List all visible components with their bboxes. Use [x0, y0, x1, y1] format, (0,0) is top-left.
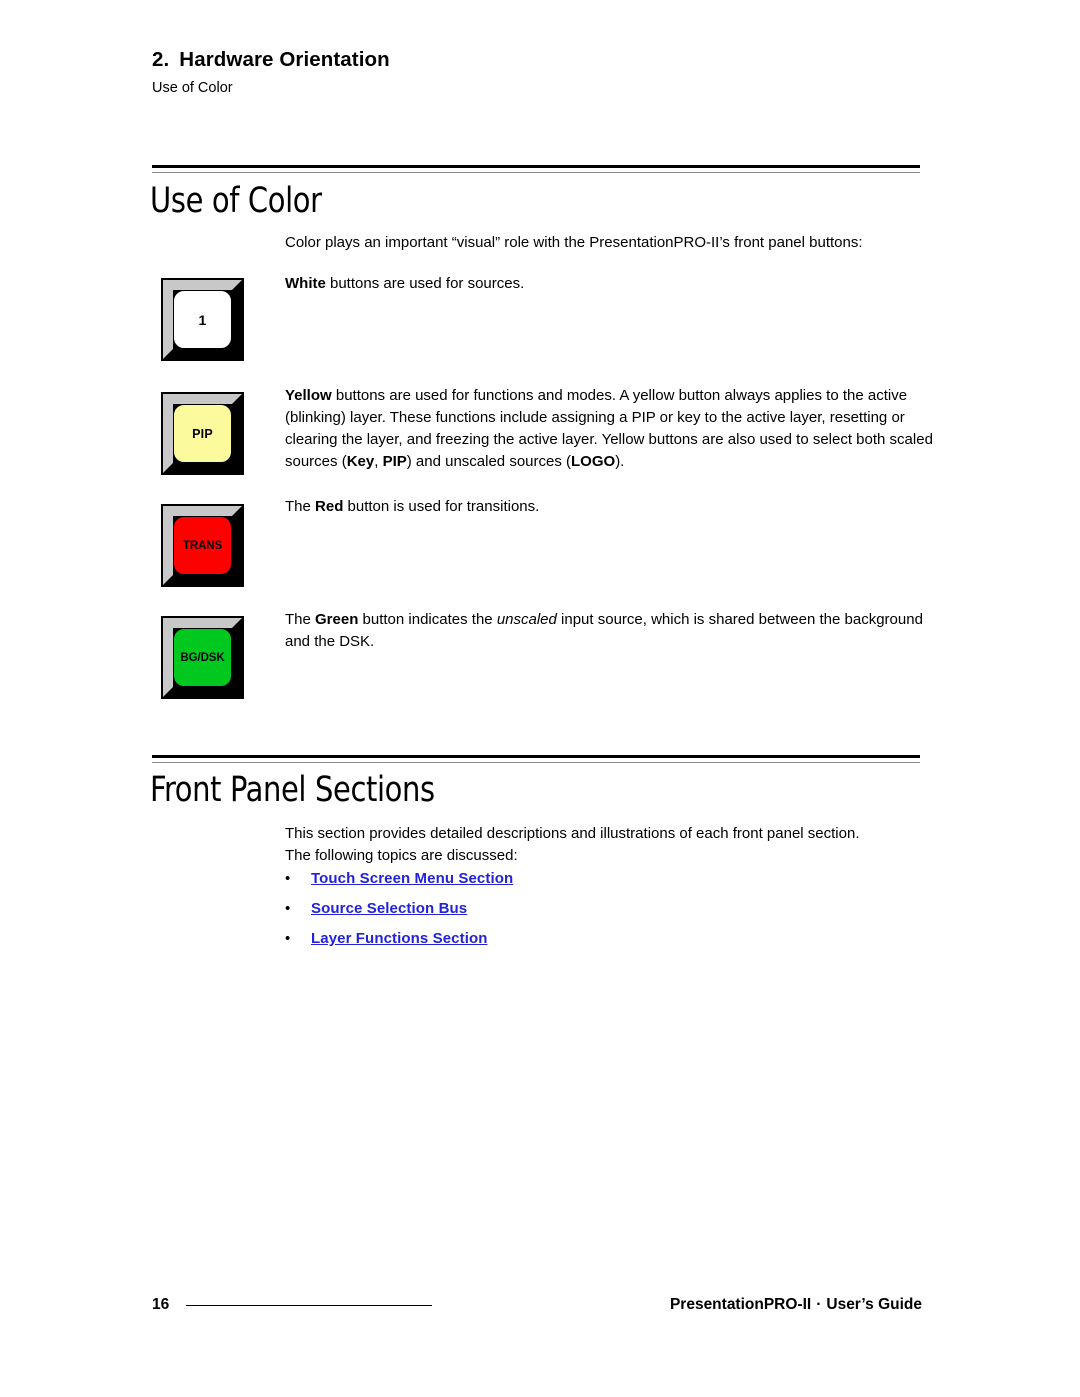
- red-button-description: The Red button is used for transitions.: [285, 496, 935, 518]
- trans-button-cap: TRANS: [173, 516, 232, 575]
- bgdsk-button-label: BG/DSK: [180, 651, 225, 664]
- front-panel-sections-intro: This section provides detailed descripti…: [285, 823, 935, 867]
- green-prefix: The: [285, 611, 316, 628]
- source-button-label: 1: [198, 311, 207, 328]
- green-mid: button indicates the: [358, 611, 497, 628]
- red-rest: button is used for transitions.: [343, 498, 540, 515]
- page-footer: 16 PresentationPRO-II · User’s Guide: [152, 1297, 922, 1321]
- use-of-color-intro-text: Color plays an important “visual” role w…: [285, 234, 863, 251]
- chapter-title: 2. Hardware Orientation: [152, 48, 932, 72]
- yellow-part2: ) and unscaled sources (: [406, 452, 572, 470]
- list-item[interactable]: • Touch Screen Menu Section: [285, 870, 935, 887]
- pip-button-label: PIP: [192, 426, 213, 441]
- footer-doc-type: User’s Guide: [826, 1296, 922, 1313]
- yellow-lead: Yellow: [285, 387, 332, 404]
- bullet-icon: •: [285, 930, 291, 947]
- bullet-icon: •: [285, 870, 291, 887]
- link-source-selection-bus[interactable]: Source Selection Bus: [311, 900, 467, 917]
- white-button-description: White buttons are used for sources.: [285, 273, 935, 295]
- trans-button-label: TRANS: [182, 539, 223, 552]
- chapter-subtitle: Use of Color: [152, 79, 233, 96]
- yellow-pip: PIP: [382, 452, 407, 470]
- yellow-part3: ).: [615, 452, 625, 470]
- use-of-color-intro: Color plays an important “visual” role w…: [285, 232, 935, 254]
- yellow-key: Key: [346, 452, 375, 470]
- source-button-cap: 1: [173, 290, 232, 349]
- pip-button[interactable]: PIP: [161, 392, 244, 475]
- green-lead: Green: [315, 611, 359, 628]
- footer-product-name: PresentationPRO-II: [669, 1296, 812, 1313]
- section-rule-front-panel-sections: [152, 755, 920, 763]
- trans-button[interactable]: TRANS: [161, 504, 244, 587]
- yellow-button-description: Yellow buttons are used for functions an…: [285, 385, 935, 473]
- white-rest: buttons are used for sources.: [325, 275, 525, 292]
- source-button[interactable]: 1: [161, 278, 244, 361]
- chapter-title-text: Hardware Orientation: [179, 48, 390, 71]
- footer-document-title: PresentationPRO-II · User’s Guide: [670, 1297, 922, 1313]
- list-item[interactable]: • Source Selection Bus: [285, 900, 935, 917]
- bullet-icon: •: [285, 900, 291, 917]
- pip-button-cap: PIP: [173, 404, 232, 463]
- section-heading-use-of-color: Use of Color: [150, 181, 322, 221]
- green-button-description: The Green button indicates the unscaled …: [285, 609, 935, 653]
- yellow-logo: LOGO: [571, 452, 616, 470]
- section-rule-use-of-color: [152, 165, 920, 173]
- link-touch-screen-menu-section[interactable]: Touch Screen Menu Section: [311, 870, 513, 887]
- yellow-comma: ,: [374, 452, 383, 470]
- footer-rule: [186, 1305, 432, 1306]
- white-lead: White: [285, 275, 326, 292]
- front-panel-intro-line2: The following topics are discussed:: [285, 846, 518, 864]
- bgdsk-button-cap: BG/DSK: [173, 628, 232, 687]
- green-italic: unscaled: [496, 611, 557, 628]
- front-panel-intro-line1: This section provides detailed descripti…: [285, 825, 860, 842]
- running-header: 2. Hardware Orientation Use of Color: [152, 48, 932, 96]
- page-number: 16: [152, 1296, 170, 1313]
- chapter-number: 2.: [152, 48, 170, 71]
- red-lead: Red: [315, 498, 344, 515]
- topic-link-list: • Touch Screen Menu Section • Source Sel…: [285, 870, 935, 960]
- bgdsk-button[interactable]: BG/DSK: [161, 616, 244, 699]
- link-layer-functions-section[interactable]: Layer Functions Section: [311, 930, 488, 947]
- list-item[interactable]: • Layer Functions Section: [285, 930, 935, 947]
- footer-separator: ·: [816, 1296, 822, 1313]
- section-heading-front-panel-sections: Front Panel Sections: [150, 770, 435, 810]
- red-prefix: The: [285, 498, 316, 515]
